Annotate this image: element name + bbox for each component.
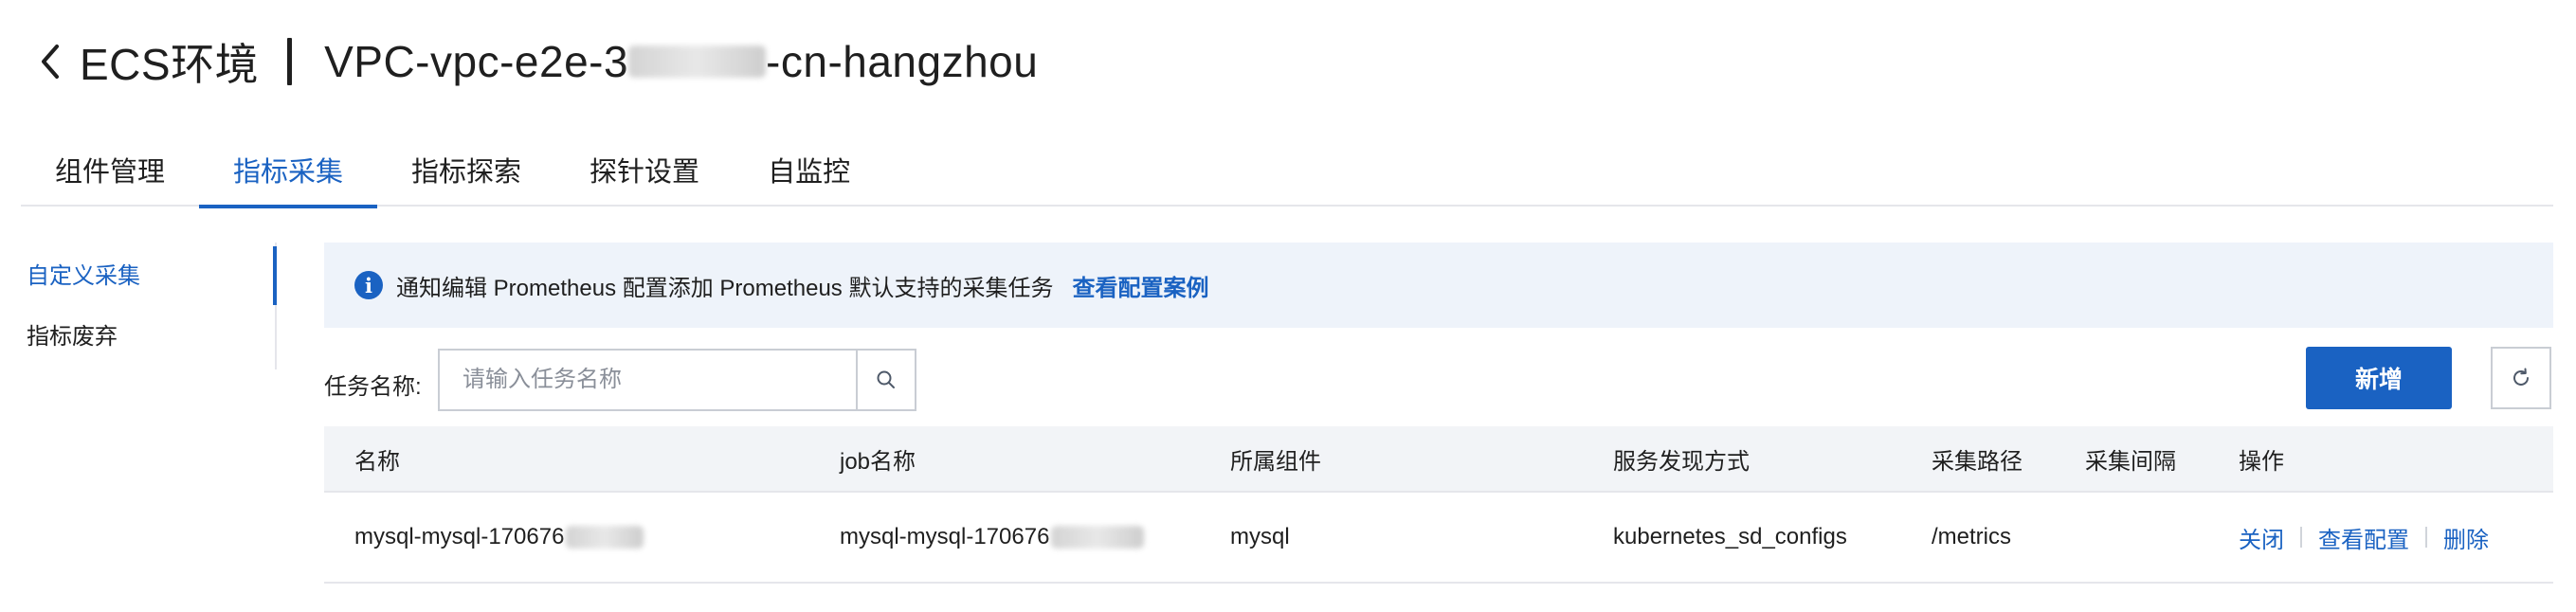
sidenav-item-custom-collection[interactable]: 自定义采集 (0, 243, 277, 305)
env-title: ECS环境 (80, 40, 260, 89)
cell-name-text: mysql-mysql-170676 (354, 524, 565, 549)
add-button[interactable]: 新增 (2306, 347, 2452, 409)
cell-path: /metrics (1932, 524, 2011, 549)
table-header: 名称 job名称 所属组件 服务发现方式 采集路径 采集间隔 操作 (324, 426, 2553, 493)
search-box (438, 349, 916, 411)
action-divider (2425, 527, 2427, 548)
cell-actions: 关闭 查看配置 删除 (2239, 521, 2489, 554)
tab-label: 指标探索 (411, 157, 522, 188)
task-table: 名称 job名称 所属组件 服务发现方式 采集路径 采集间隔 操作 mysql-… (324, 426, 2553, 584)
chevron-left-icon[interactable] (34, 45, 66, 79)
refresh-icon[interactable] (2491, 347, 2551, 409)
info-banner: i 通知编辑 Prometheus 配置添加 Prometheus 默认支持的采… (324, 243, 2553, 328)
title-divider (287, 38, 293, 85)
column-header-component: 所属组件 (1230, 448, 1321, 475)
delete-link[interactable]: 删除 (2443, 521, 2489, 554)
tab-bar: 组件管理 指标采集 指标探索 探针设置 自监控 (21, 133, 2553, 208)
view-config-link[interactable]: 查看配置 (2318, 521, 2409, 554)
column-header-interval: 采集间隔 (2085, 448, 2176, 475)
tab-label: 指标采集 (233, 157, 344, 188)
redacted-text (1051, 526, 1145, 549)
sidenav-item-label: 自定义采集 (27, 262, 140, 289)
column-header-name: 名称 (354, 448, 400, 475)
cell-discovery: kubernetes_sd_configs (1613, 524, 1847, 549)
tab-self-monitoring[interactable]: 自监控 (734, 133, 884, 207)
column-header-path: 采集路径 (1932, 448, 2023, 475)
tab-label: 自监控 (768, 157, 851, 188)
sidenav-item-label: 指标废弃 (27, 323, 118, 350)
cell-job-name-text: mysql-mysql-170676 (840, 524, 1050, 549)
redacted-text (628, 45, 767, 78)
search-label: 任务名称: (324, 373, 422, 400)
view-config-example-link[interactable]: 查看配置案例 (1072, 269, 1208, 302)
add-button-label: 新增 (2354, 367, 2403, 393)
tab-metric-explore[interactable]: 指标探索 (377, 133, 555, 207)
cell-component: mysql (1230, 524, 1290, 549)
tab-component-management[interactable]: 组件管理 (21, 133, 199, 207)
column-header-actions: 操作 (2239, 448, 2284, 475)
tab-probe-settings[interactable]: 探针设置 (555, 133, 734, 207)
search-icon[interactable] (856, 351, 915, 409)
vpc-title-prefix: VPC-vpc-e2e-3 (324, 37, 629, 86)
vpc-title-suffix: -cn-hangzhou (766, 37, 1039, 86)
column-header-discovery: 服务发现方式 (1613, 448, 1750, 475)
tab-label: 组件管理 (55, 157, 166, 188)
tab-metric-collection[interactable]: 指标采集 (199, 133, 378, 208)
sidenav-item-metric-deprecation[interactable]: 指标废弃 (0, 303, 275, 364)
tab-label: 探针设置 (590, 157, 700, 188)
vpc-title: VPC-vpc-e2e-3 -cn-hangzhou (324, 36, 1038, 87)
column-header-job-name: job名称 (840, 448, 916, 475)
disable-link[interactable]: 关闭 (2239, 521, 2284, 554)
search-input[interactable] (440, 351, 856, 409)
redacted-text (566, 526, 644, 549)
action-divider (2300, 527, 2302, 548)
info-icon: i (354, 271, 383, 299)
cell-job-name: mysql-mysql-170676 (840, 524, 1145, 550)
table-row: mysql-mysql-170676 mysql-mysql-170676 my… (324, 493, 2553, 584)
side-nav: 自定义采集 指标废弃 (0, 243, 277, 369)
banner-text: 通知编辑 Prometheus 配置添加 Prometheus 默认支持的采集任… (396, 275, 1054, 301)
cell-name: mysql-mysql-170676 (354, 524, 644, 550)
page-header: ECS环境 VPC-vpc-e2e-3 -cn-hangzhou (34, 28, 1038, 95)
